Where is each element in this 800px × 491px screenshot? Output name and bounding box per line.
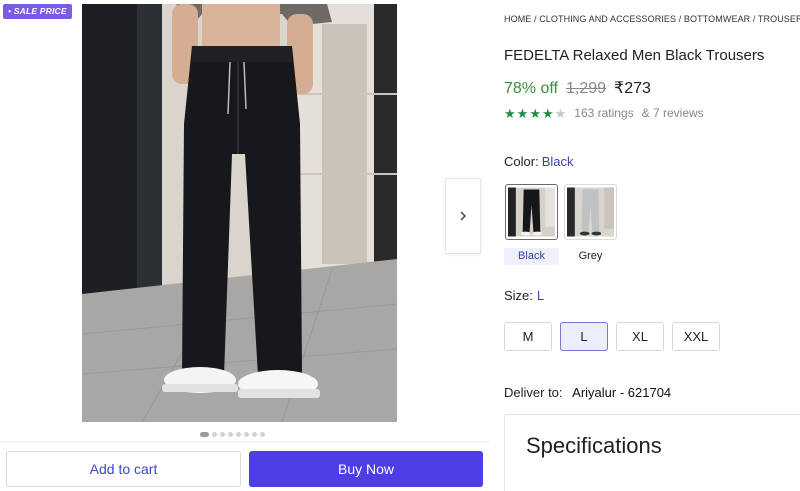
color-option-label: Grey	[578, 250, 603, 262]
color-label: Color: Black	[504, 154, 573, 169]
size-option-m[interactable]: M	[504, 322, 552, 351]
sale-badge-label: SALE PRICE	[13, 6, 67, 16]
star-icon: ★	[541, 105, 554, 121]
gallery-dot[interactable]	[212, 432, 217, 437]
ratings-count[interactable]: 163 ratings	[574, 106, 633, 120]
specifications-section[interactable]: Specifications	[504, 414, 800, 491]
specifications-title: Specifications	[526, 433, 662, 458]
gallery-dots	[200, 432, 265, 437]
delivery-location: Ariyalur - 621704	[572, 385, 672, 400]
bottom-action-bar: Add to cart Buy Now	[0, 441, 490, 491]
star-icon: ★	[516, 105, 529, 121]
star-icon: ★	[529, 105, 541, 121]
buy-now-button[interactable]: Buy Now	[249, 451, 483, 487]
mrp-price: 1,299	[565, 80, 607, 97]
gallery-dot[interactable]	[228, 432, 233, 437]
size-label-text: Size:	[504, 288, 533, 303]
gallery-dot[interactable]	[252, 432, 257, 437]
color-label-text: Color:	[504, 154, 539, 169]
gallery-dot[interactable]	[260, 432, 265, 437]
price-row: 78% off 1,299 ₹273	[504, 78, 651, 98]
sale-badge-dot: •	[8, 6, 12, 16]
size-label: Size: L	[504, 288, 544, 303]
delivery-label: Deliver to:	[504, 385, 563, 400]
product-main-image[interactable]	[82, 4, 397, 422]
star-rating: ★ ★ ★ ★ ★	[504, 107, 566, 120]
product-title: FEDELTA Relaxed Men Black Trousers	[504, 47, 765, 64]
color-swatch-black[interactable]	[505, 184, 558, 240]
breadcrumb[interactable]: HOME / CLOTHING AND ACCESSORIES / BOTTOM…	[504, 14, 800, 24]
color-swatch-grey[interactable]	[564, 184, 617, 240]
gallery-next-button[interactable]	[445, 178, 481, 254]
sale-badge: • SALE PRICE	[3, 4, 72, 19]
selling-price: ₹273	[614, 80, 651, 97]
gallery-dot[interactable]	[200, 432, 209, 437]
gallery-dot[interactable]	[220, 432, 225, 437]
star-icon: ★	[504, 105, 516, 121]
size-option-xxl[interactable]: XXL	[672, 322, 720, 351]
grey-trousers-thumbnail	[567, 187, 614, 237]
color-option-label: Black	[504, 248, 559, 265]
gallery-dot[interactable]	[244, 432, 249, 437]
black-trousers-thumbnail	[508, 187, 555, 237]
delivery-info[interactable]: Deliver to: Ariyalur - 621704	[504, 385, 671, 400]
star-icon: ★	[554, 105, 567, 121]
add-to-cart-button[interactable]: Add to cart	[6, 451, 241, 487]
chevron-right-icon	[460, 211, 467, 221]
reviews-count[interactable]: & 7 reviews	[642, 106, 704, 120]
size-option-l[interactable]: L	[560, 322, 608, 351]
size-option-xl[interactable]: XL	[616, 322, 664, 351]
discount-text: 78% off	[504, 80, 558, 97]
product-photo-illustration	[82, 4, 397, 422]
size-selected-value: L	[536, 288, 545, 303]
gallery-dot[interactable]	[236, 432, 241, 437]
color-selected-value: Black	[541, 154, 574, 169]
rating-row: ★ ★ ★ ★ ★ 163 ratings & 7 reviews	[504, 106, 704, 120]
